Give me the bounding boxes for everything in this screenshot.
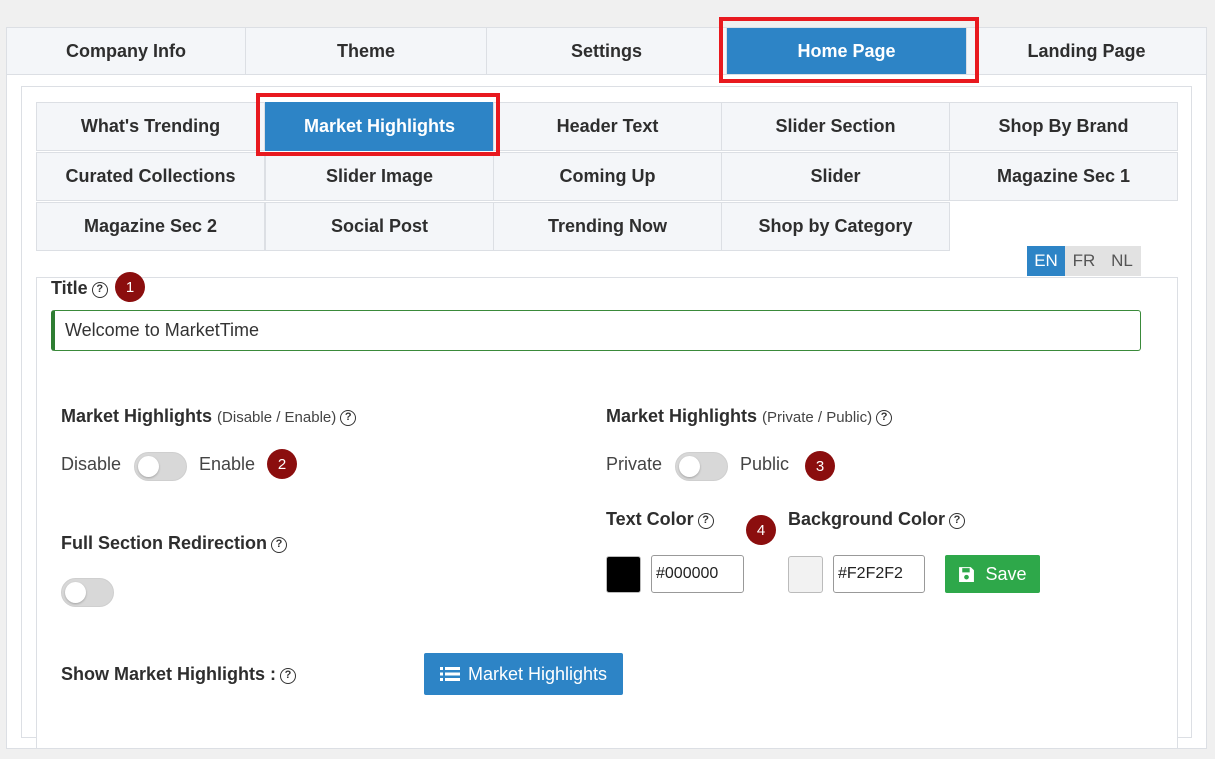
subtab-header-text[interactable]: Header Text xyxy=(493,102,722,151)
market-highlights-button-label: Market Highlights xyxy=(467,663,608,684)
text-color-input[interactable] xyxy=(651,555,744,593)
disable-text: Disable xyxy=(61,454,122,474)
top-tab-bar: Company Info Theme Settings Home Page La… xyxy=(7,28,1206,75)
subtab-trending-now[interactable]: Trending Now xyxy=(493,202,722,251)
lang-en-button[interactable]: EN xyxy=(1027,246,1065,276)
redirection-label: Full Section Redirection? xyxy=(61,533,288,554)
background-color-input[interactable] xyxy=(833,555,925,593)
enable-label: Market Highlights (Disable / Enable)? xyxy=(61,406,357,427)
tab-settings[interactable]: Settings xyxy=(487,28,727,74)
subtab-magazine-sec-2[interactable]: Magazine Sec 2 xyxy=(36,202,265,251)
market-highlights-button[interactable]: Market Highlights xyxy=(424,653,623,695)
step-badge-2: 2 xyxy=(267,449,297,479)
show-market-highlights-label: Show Market Highlights :? xyxy=(61,664,297,685)
help-icon[interactable]: ? xyxy=(876,410,893,426)
enable-text: Enable xyxy=(199,454,256,474)
private-text: Private xyxy=(606,454,663,474)
subtab-shop-by-brand[interactable]: Shop By Brand xyxy=(949,102,1178,151)
save-button[interactable]: Save xyxy=(945,555,1040,593)
step-badge-4: 4 xyxy=(746,515,776,545)
settings-container: Company Info Theme Settings Home Page La… xyxy=(6,27,1207,749)
lang-fr-button[interactable]: FR xyxy=(1065,246,1103,276)
help-icon[interactable]: ? xyxy=(91,282,108,298)
help-icon[interactable]: ? xyxy=(271,537,288,553)
tab-home-page[interactable]: Home Page xyxy=(727,28,967,74)
step-badge-3: 3 xyxy=(805,451,835,481)
visibility-toggle[interactable] xyxy=(675,452,728,481)
save-label: Save xyxy=(985,563,1027,584)
subtab-curated-collections[interactable]: Curated Collections xyxy=(36,152,265,201)
subtab-social-post[interactable]: Social Post xyxy=(265,202,494,251)
help-icon[interactable]: ? xyxy=(340,410,357,426)
subtab-shop-by-category[interactable]: Shop by Category xyxy=(721,202,950,251)
subtab-slider-section[interactable]: Slider Section xyxy=(721,102,950,151)
background-color-swatch[interactable] xyxy=(788,556,823,593)
text-color-swatch[interactable] xyxy=(606,556,641,593)
title-input[interactable] xyxy=(51,310,1141,351)
subtab-market-highlights[interactable]: Market Highlights xyxy=(265,102,494,151)
step-badge-1: 1 xyxy=(115,272,145,302)
tab-landing-page[interactable]: Landing Page xyxy=(967,28,1206,74)
redirection-toggle[interactable] xyxy=(61,578,114,607)
help-icon[interactable]: ? xyxy=(949,513,966,529)
title-label: Title? xyxy=(51,278,108,299)
tab-theme[interactable]: Theme xyxy=(246,28,487,74)
help-icon[interactable]: ? xyxy=(280,668,297,684)
lang-nl-button[interactable]: NL xyxy=(1103,246,1141,276)
public-text: Public xyxy=(740,454,790,474)
subtab-whats-trending[interactable]: What's Trending xyxy=(36,102,265,151)
text-color-label: Text Color? xyxy=(606,509,714,530)
subtab-coming-up[interactable]: Coming Up xyxy=(493,152,722,201)
visibility-label: Market Highlights (Private / Public)? xyxy=(606,406,893,427)
floppy-disk-icon xyxy=(959,566,975,582)
enable-toggle[interactable] xyxy=(134,452,187,481)
tab-company-info[interactable]: Company Info xyxy=(7,28,246,74)
subtab-slider-image[interactable]: Slider Image xyxy=(265,152,494,201)
list-icon xyxy=(439,667,460,681)
help-icon[interactable]: ? xyxy=(697,513,714,529)
subtab-slider[interactable]: Slider xyxy=(721,152,950,201)
background-color-label: Background Color? xyxy=(788,509,966,530)
subtab-magazine-sec-1[interactable]: Magazine Sec 1 xyxy=(949,152,1178,201)
